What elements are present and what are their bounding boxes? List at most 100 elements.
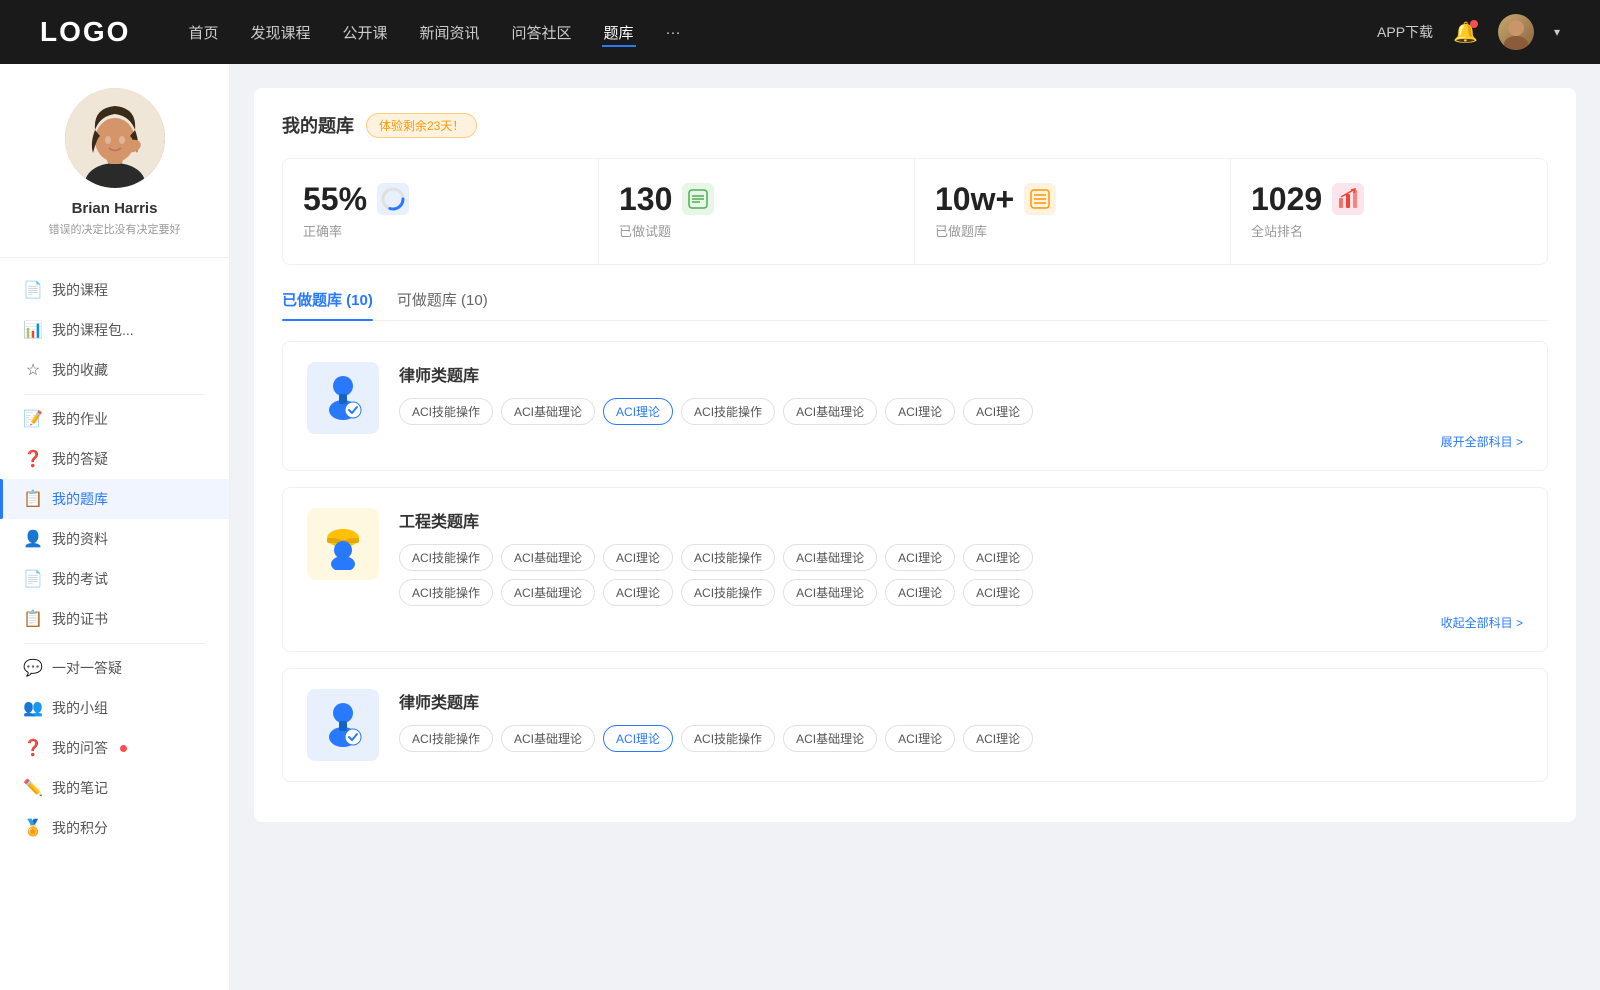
tabs: 已做题库 (10) 可做题库 (10) bbox=[282, 289, 1548, 321]
nav-home[interactable]: 首页 bbox=[186, 18, 220, 47]
tag-4[interactable]: ACI技能操作 bbox=[681, 398, 775, 425]
tag-5[interactable]: ACI基础理论 bbox=[783, 398, 877, 425]
course-pack-icon: 📊 bbox=[24, 321, 42, 339]
stat-top: 10w+ bbox=[935, 183, 1056, 215]
l2-tag-2[interactable]: ACI基础理论 bbox=[501, 725, 595, 752]
main-content: 我的题库 体验剩余23天！ 55% 正确率 bbox=[230, 64, 1600, 990]
sidebar-item-certificate[interactable]: 📋 我的证书 bbox=[0, 599, 229, 639]
nav-open-course[interactable]: 公开课 bbox=[340, 18, 389, 47]
nav-question-bank[interactable]: 题库 bbox=[602, 18, 636, 47]
sidebar-item-label: 一对一答疑 bbox=[52, 658, 122, 678]
stat-top: 1029 bbox=[1251, 183, 1364, 215]
l2-tag-1[interactable]: ACI技能操作 bbox=[399, 725, 493, 752]
eng-tag-12[interactable]: ACI基础理论 bbox=[783, 579, 877, 606]
sidebar-item-favorites[interactable]: ☆ 我的收藏 bbox=[0, 350, 229, 390]
sidebar: Brian Harris 错误的决定比没有决定要好 📄 我的课程 📊 我的课程包… bbox=[0, 64, 230, 990]
eng-tag-8[interactable]: ACI技能操作 bbox=[399, 579, 493, 606]
sidebar-menu: 📄 我的课程 📊 我的课程包... ☆ 我的收藏 📝 我的作业 ❓ 我的答疑 � bbox=[0, 258, 229, 860]
tags-row-engineer-2: ACI技能操作 ACI基础理论 ACI理论 ACI技能操作 ACI基础理论 AC… bbox=[399, 579, 1523, 606]
stat-value-done-q: 130 bbox=[619, 183, 672, 215]
sidebar-item-exam[interactable]: 📄 我的考试 bbox=[0, 559, 229, 599]
group-icon: 👥 bbox=[24, 699, 42, 717]
points-icon: 🏅 bbox=[24, 819, 42, 837]
sidebar-item-qa[interactable]: ❓ 我的答疑 bbox=[0, 439, 229, 479]
eng-tag-1[interactable]: ACI技能操作 bbox=[399, 544, 493, 571]
tag-2[interactable]: ACI基础理论 bbox=[501, 398, 595, 425]
sidebar-item-profile[interactable]: 👤 我的资料 bbox=[0, 519, 229, 559]
user-menu-chevron[interactable]: ▾ bbox=[1554, 25, 1560, 39]
tab-done-banks[interactable]: 已做题库 (10) bbox=[282, 289, 373, 320]
tag-6[interactable]: ACI理论 bbox=[885, 398, 955, 425]
sidebar-item-homework[interactable]: 📝 我的作业 bbox=[0, 399, 229, 439]
sidebar-item-label: 我的答疑 bbox=[52, 449, 108, 469]
qa-icon: ❓ bbox=[24, 450, 42, 468]
eng-tag-9[interactable]: ACI基础理论 bbox=[501, 579, 595, 606]
stat-done-banks: 10w+ 已做题库 bbox=[915, 159, 1231, 264]
qbank-title-engineer: 工程类题库 bbox=[399, 508, 1523, 532]
eng-tag-13[interactable]: ACI理论 bbox=[885, 579, 955, 606]
user-avatar[interactable] bbox=[1498, 14, 1534, 50]
nav-qa[interactable]: 问答社区 bbox=[510, 18, 574, 47]
qa-notification-dot bbox=[120, 745, 127, 752]
eng-tag-2[interactable]: ACI基础理论 bbox=[501, 544, 595, 571]
l2-tag-5[interactable]: ACI基础理论 bbox=[783, 725, 877, 752]
trial-badge: 体验剩余23天！ bbox=[366, 113, 477, 138]
tab-available-banks[interactable]: 可做题库 (10) bbox=[397, 289, 488, 320]
qbank-title-lawyer-1: 律师类题库 bbox=[399, 362, 1523, 386]
qbank-content-engineer: 工程类题库 ACI技能操作 ACI基础理论 ACI理论 ACI技能操作 ACI基… bbox=[399, 508, 1523, 631]
tag-3-active[interactable]: ACI理论 bbox=[603, 398, 673, 425]
l2-tag-6[interactable]: ACI理论 bbox=[885, 725, 955, 752]
eng-tag-5[interactable]: ACI基础理论 bbox=[783, 544, 877, 571]
logo[interactable]: LOGO bbox=[40, 16, 130, 48]
sidebar-item-course-pack[interactable]: 📊 我的课程包... bbox=[0, 310, 229, 350]
page-title: 我的题库 bbox=[282, 112, 354, 138]
app-download-btn[interactable]: APP下载 bbox=[1377, 22, 1433, 42]
nav-more[interactable]: ··· bbox=[664, 20, 683, 45]
homework-icon: 📝 bbox=[24, 410, 42, 428]
sidebar-item-course[interactable]: 📄 我的课程 bbox=[0, 270, 229, 310]
collapse-link-engineer[interactable]: 收起全部科目 > bbox=[399, 614, 1523, 631]
l2-tag-7[interactable]: ACI理论 bbox=[963, 725, 1033, 752]
sidebar-item-label: 我的作业 bbox=[52, 409, 108, 429]
eng-tag-3[interactable]: ACI理论 bbox=[603, 544, 673, 571]
certificate-icon: 📋 bbox=[24, 610, 42, 628]
eng-tag-4[interactable]: ACI技能操作 bbox=[681, 544, 775, 571]
notification-bell[interactable]: 🔔 bbox=[1453, 20, 1478, 45]
eng-tag-6[interactable]: ACI理论 bbox=[885, 544, 955, 571]
main-layout: Brian Harris 错误的决定比没有决定要好 📄 我的课程 📊 我的课程包… bbox=[0, 64, 1600, 990]
nav-links: 首页 发现课程 公开课 新闻资讯 问答社区 题库 ··· bbox=[186, 18, 1345, 47]
nav-discover[interactable]: 发现课程 bbox=[248, 18, 312, 47]
divider1 bbox=[24, 394, 205, 395]
sidebar-item-label: 我的考试 bbox=[52, 569, 108, 589]
eng-tag-7[interactable]: ACI理论 bbox=[963, 544, 1033, 571]
expand-link-lawyer-1[interactable]: 展开全部科目 > bbox=[399, 433, 1523, 450]
tag-1[interactable]: ACI技能操作 bbox=[399, 398, 493, 425]
qbank-card-engineer: 工程类题库 ACI技能操作 ACI基础理论 ACI理论 ACI技能操作 ACI基… bbox=[282, 487, 1548, 652]
sidebar-item-group[interactable]: 👥 我的小组 bbox=[0, 688, 229, 728]
qbank-header: 律师类题库 ACI技能操作 ACI基础理论 ACI理论 ACI技能操作 ACI基… bbox=[307, 362, 1523, 450]
l2-tag-3-active[interactable]: ACI理论 bbox=[603, 725, 673, 752]
sidebar-item-points[interactable]: 🏅 我的积分 bbox=[0, 808, 229, 848]
sidebar-item-label: 我的课程 bbox=[52, 280, 108, 300]
stat-rank: 1029 全站排名 bbox=[1231, 159, 1547, 264]
qbank-header-lawyer-2: 律师类题库 ACI技能操作 ACI基础理论 ACI理论 ACI技能操作 ACI基… bbox=[307, 689, 1523, 761]
navbar: LOGO 首页 发现课程 公开课 新闻资讯 问答社区 题库 ··· APP下载 … bbox=[0, 0, 1600, 64]
nav-news[interactable]: 新闻资讯 bbox=[418, 18, 482, 47]
eng-tag-11[interactable]: ACI技能操作 bbox=[681, 579, 775, 606]
stat-done-questions: 130 已做试题 bbox=[599, 159, 915, 264]
stat-top: 130 bbox=[619, 183, 714, 215]
sidebar-item-one-on-one[interactable]: 💬 一对一答疑 bbox=[0, 648, 229, 688]
eng-tag-10[interactable]: ACI理论 bbox=[603, 579, 673, 606]
sidebar-item-label: 我的题库 bbox=[52, 489, 108, 509]
sidebar-item-notes[interactable]: ✏️ 我的笔记 bbox=[0, 768, 229, 808]
accuracy-chart-icon bbox=[377, 183, 409, 215]
eng-tag-14[interactable]: ACI理论 bbox=[963, 579, 1033, 606]
l2-tag-4[interactable]: ACI技能操作 bbox=[681, 725, 775, 752]
sidebar-item-question-bank[interactable]: 📋 我的题库 bbox=[0, 479, 229, 519]
sidebar-item-label: 我的课程包... bbox=[52, 320, 134, 340]
sidebar-item-my-qa[interactable]: ❓ 我的问答 bbox=[0, 728, 229, 768]
tags-row-engineer-1: ACI技能操作 ACI基础理论 ACI理论 ACI技能操作 ACI基础理论 AC… bbox=[399, 544, 1523, 571]
sidebar-item-label: 我的资料 bbox=[52, 529, 108, 549]
tag-7[interactable]: ACI理论 bbox=[963, 398, 1033, 425]
sidebar-avatar-image bbox=[65, 88, 165, 188]
